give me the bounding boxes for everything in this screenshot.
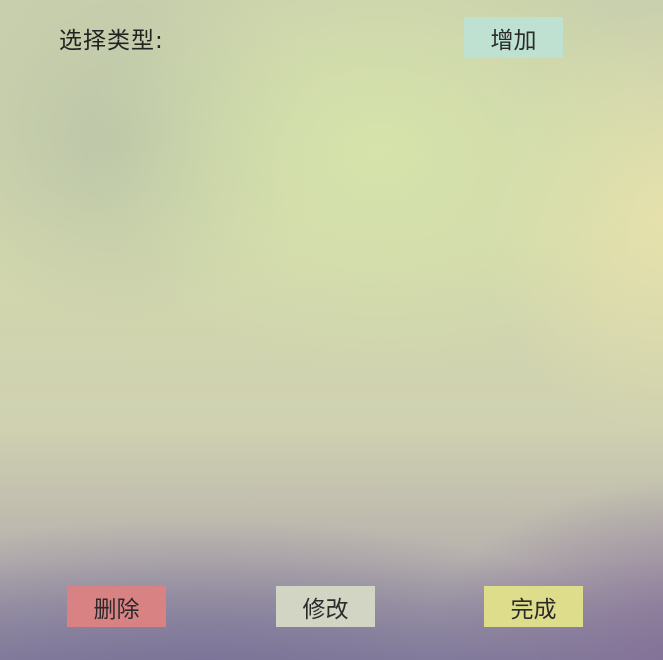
delete-button[interactable]: 删除 xyxy=(67,586,166,627)
edit-button[interactable]: 修改 xyxy=(276,586,375,627)
select-type-label: 选择类型: xyxy=(59,28,164,54)
add-button[interactable]: 增加 xyxy=(464,17,563,58)
done-button[interactable]: 完成 xyxy=(484,586,583,627)
